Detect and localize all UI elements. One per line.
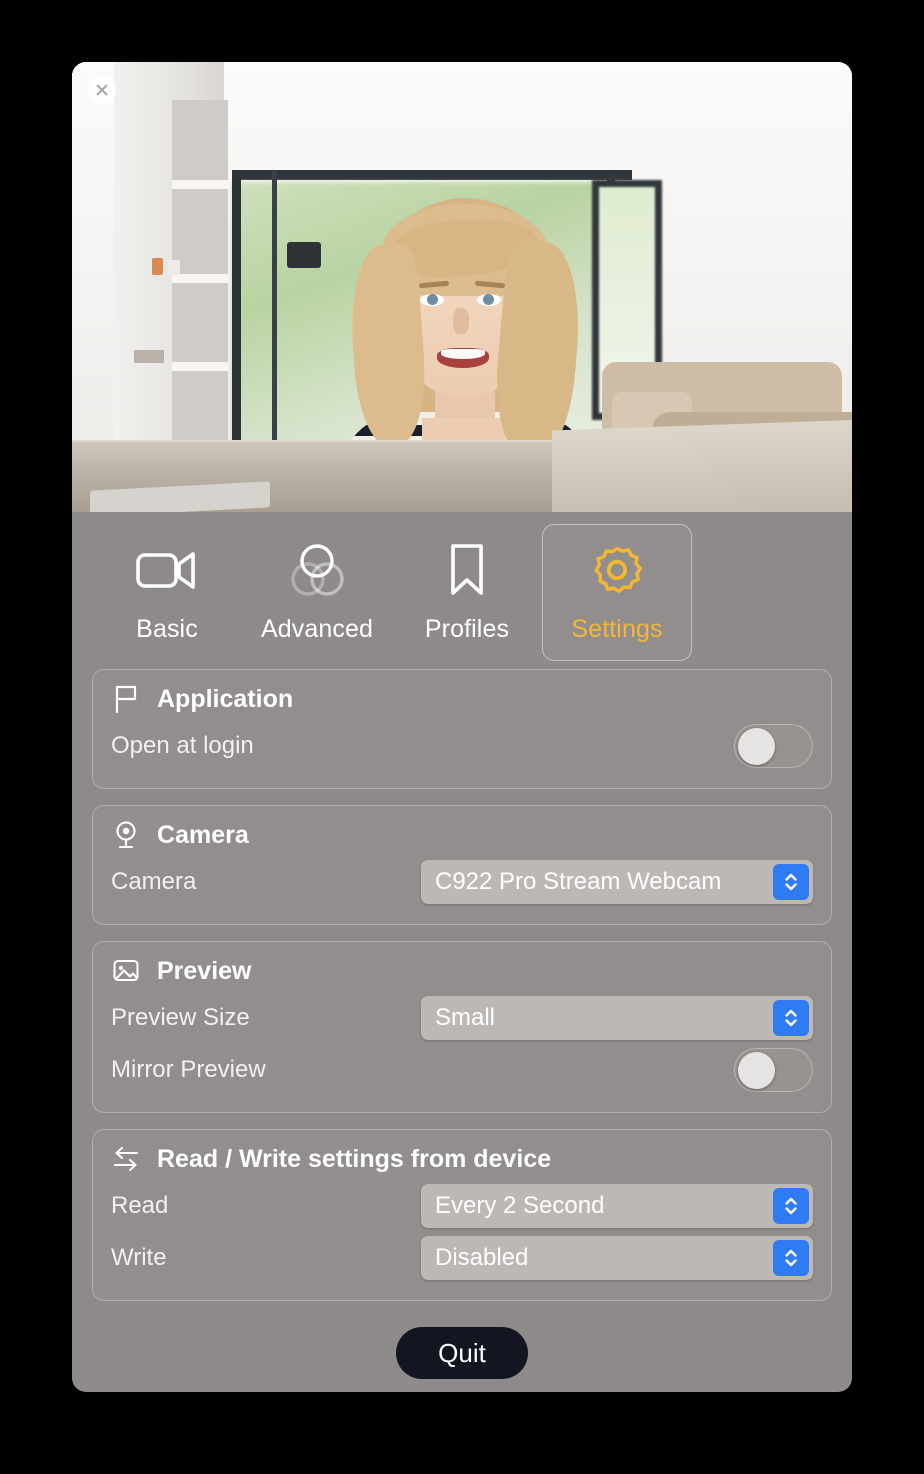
section-read-write: Read / Write settings from device Read E… xyxy=(92,1129,832,1301)
read-value: Every 2 Second xyxy=(435,1192,605,1219)
write-select[interactable]: Disabled xyxy=(421,1236,813,1280)
section-preview-header: Preview xyxy=(111,956,813,986)
camera-preview xyxy=(72,62,852,512)
write-label: Write xyxy=(111,1244,167,1271)
settings-list: Application Open at login Camera Camera … xyxy=(72,669,852,1301)
tab-basic[interactable]: Basic xyxy=(92,524,242,661)
row-camera-select: Camera C922 Pro Stream Webcam xyxy=(111,856,813,908)
screen-root: Basic Advanced Profiles Settings Applica… xyxy=(0,0,924,1474)
camera-select-label: Camera xyxy=(111,868,197,895)
desk-surface-right xyxy=(552,420,852,512)
chevron-updown-icon xyxy=(773,1000,809,1036)
open-at-login-label: Open at login xyxy=(111,732,254,759)
write-value: Disabled xyxy=(435,1244,529,1271)
section-application-header: Application xyxy=(111,684,813,714)
close-button[interactable] xyxy=(88,76,116,104)
mirror-preview-toggle[interactable] xyxy=(734,1048,813,1092)
section-read-write-title: Read / Write settings from device xyxy=(157,1144,552,1173)
camera-select[interactable]: C922 Pro Stream Webcam xyxy=(421,860,813,904)
iris xyxy=(483,294,494,305)
iris xyxy=(427,294,438,305)
tab-profiles-label: Profiles xyxy=(424,615,510,643)
toggle-knob xyxy=(738,728,775,765)
row-mirror-preview: Mirror Preview xyxy=(111,1044,813,1096)
preview-size-select[interactable]: Small xyxy=(421,996,813,1040)
toggle-knob xyxy=(738,1052,775,1089)
close-icon xyxy=(96,84,108,96)
section-application-title: Application xyxy=(157,684,294,713)
shelf-object xyxy=(168,260,180,275)
mirror-preview-label: Mirror Preview xyxy=(111,1056,266,1083)
read-write-arrows-icon xyxy=(111,1144,141,1174)
section-camera-header: Camera xyxy=(111,820,813,850)
quit-button[interactable]: Quit xyxy=(396,1327,528,1379)
read-select[interactable]: Every 2 Second xyxy=(421,1184,813,1228)
ceiling-device xyxy=(287,242,321,268)
tab-basic-label: Basic xyxy=(136,615,198,643)
flag-icon xyxy=(111,684,141,714)
camera-select-value: C922 Pro Stream Webcam xyxy=(435,868,722,895)
tab-advanced[interactable]: Advanced xyxy=(242,524,392,661)
chevron-updown-icon xyxy=(773,1188,809,1224)
shelf-board xyxy=(172,180,228,189)
shelf-recess xyxy=(172,100,228,485)
section-camera-title: Camera xyxy=(157,820,249,849)
section-preview: Preview Preview Size Small Mirror Previe… xyxy=(92,941,832,1113)
row-write: Write Disabled xyxy=(111,1232,813,1284)
hair-left xyxy=(346,242,430,448)
row-open-at-login: Open at login xyxy=(111,720,813,772)
section-preview-title: Preview xyxy=(157,956,252,985)
preview-size-label: Preview Size xyxy=(111,1004,250,1031)
window-frame-left xyxy=(232,170,241,485)
shelf-object xyxy=(152,258,163,275)
tab-bar: Basic Advanced Profiles Settings xyxy=(72,512,852,669)
shelf-object xyxy=(134,350,164,363)
window-frame-top xyxy=(232,170,632,180)
row-read: Read Every 2 Second xyxy=(111,1180,813,1232)
shelf-board xyxy=(172,362,228,371)
window-footer: Quit xyxy=(72,1317,852,1392)
image-icon xyxy=(111,956,141,986)
read-label: Read xyxy=(111,1192,169,1219)
tab-settings[interactable]: Settings xyxy=(542,524,692,661)
bookmark-icon xyxy=(444,539,490,601)
section-camera: Camera Camera C922 Pro Stream Webcam xyxy=(92,805,832,925)
video-camera-icon xyxy=(135,539,199,601)
webcam-icon xyxy=(111,820,141,850)
section-read-write-header: Read / Write settings from device xyxy=(111,1144,813,1174)
nose xyxy=(453,308,469,334)
teeth xyxy=(441,349,485,359)
preview-size-value: Small xyxy=(435,1004,496,1031)
shelving-unit xyxy=(114,62,228,492)
chevron-updown-icon xyxy=(773,864,809,900)
tab-profiles[interactable]: Profiles xyxy=(392,524,542,661)
chevron-updown-icon xyxy=(773,1240,809,1276)
tab-advanced-label: Advanced xyxy=(261,615,373,643)
overlapping-circles-icon xyxy=(286,539,348,601)
row-preview-size: Preview Size Small xyxy=(111,992,813,1044)
open-at-login-toggle[interactable] xyxy=(734,724,813,768)
preview-scene xyxy=(72,62,852,512)
app-window: Basic Advanced Profiles Settings Applica… xyxy=(72,62,852,1392)
tab-settings-label: Settings xyxy=(571,615,663,643)
window-mullion xyxy=(272,170,277,485)
gear-icon xyxy=(587,539,647,601)
section-application: Application Open at login xyxy=(92,669,832,789)
shelf-board xyxy=(172,274,228,283)
